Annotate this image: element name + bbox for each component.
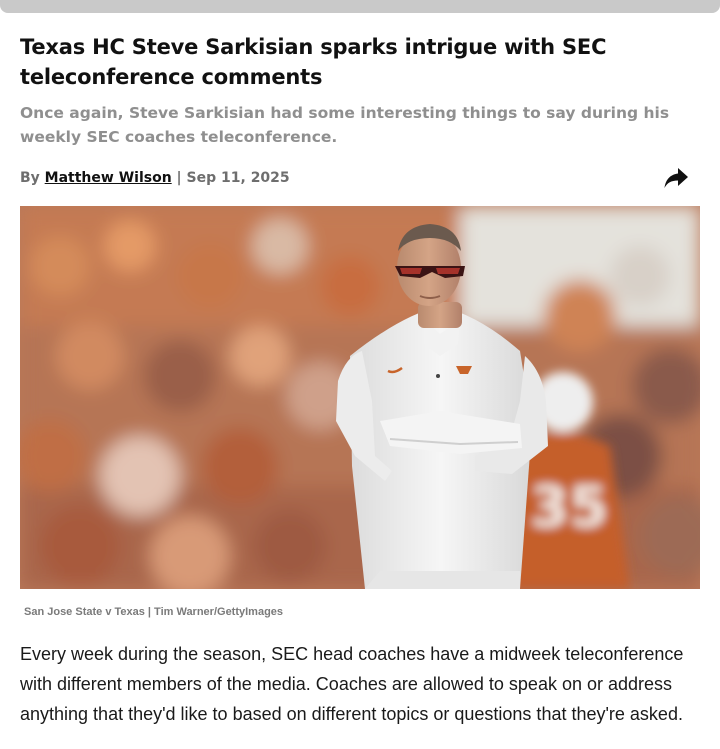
author-link[interactable]: Matthew Wilson xyxy=(45,170,172,186)
image-caption: San Jose State v Texas | Tim Warner/Gett… xyxy=(24,606,284,618)
byline-prefix: By xyxy=(20,170,40,186)
share-arrow-icon xyxy=(664,168,688,188)
article-hero-image: 35 xyxy=(20,206,700,589)
article-subheadline: Once again, Steve Sarkisian had some int… xyxy=(20,104,670,146)
coach-portrait-photo: 35 xyxy=(20,206,700,589)
share-button[interactable] xyxy=(662,165,690,191)
top-bar xyxy=(0,0,720,13)
article-body-paragraph: Every week during the season, SEC head c… xyxy=(20,644,684,724)
publish-date: Sep 11, 2025 xyxy=(186,170,290,186)
byline: By Matthew Wilson | Sep 11, 2025 xyxy=(20,168,290,188)
byline-separator: | xyxy=(176,170,182,186)
jersey-number: 35 xyxy=(530,475,608,540)
article-headline: Texas HC Steve Sarkisian sparks intrigue… xyxy=(20,35,607,89)
